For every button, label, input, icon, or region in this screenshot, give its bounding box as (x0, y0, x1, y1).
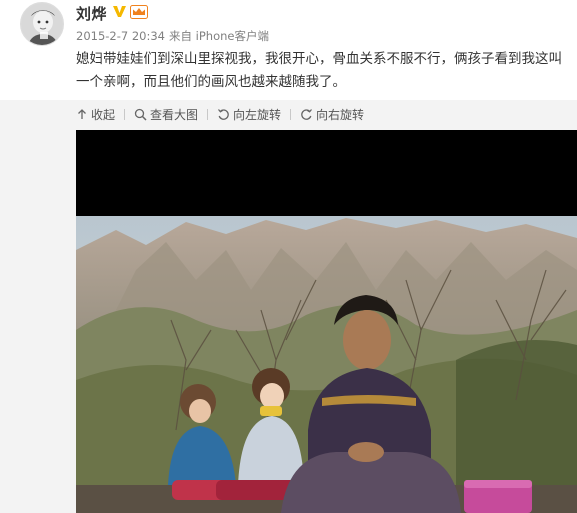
rotate-right-icon (301, 108, 313, 120)
avatar-image (21, 3, 63, 45)
avatar[interactable] (20, 2, 64, 46)
toolbar-divider (124, 108, 126, 120)
post-source[interactable]: 来自 iPhone客户端 (169, 29, 269, 43)
image-toolbar: 收起 查看大图 向左旋转 向右旋转 (76, 104, 364, 124)
arrow-up-icon (78, 109, 86, 119)
magnifier-icon (134, 108, 147, 121)
post-text: 媳妇带娃娃们到深山里探视我，我很开心，骨血关系不服不行，俩孩子看到我这叫一个亲啊… (76, 51, 562, 90)
post-header: 刘烨 2015-2-7 20:34 来自 iPhone客户端 媳妇带娃娃们到深山里… (0, 0, 577, 100)
rotate-right-label: 向右旋转 (316, 107, 365, 122)
post-meta: 2015-2-7 20:34 来自 iPhone客户端 (76, 28, 269, 44)
view-large-label: 查看大图 (150, 107, 199, 122)
collapse-label: 收起 (91, 107, 116, 122)
view-large-button[interactable]: 查看大图 (134, 106, 198, 123)
mountain-family-photo (76, 130, 577, 513)
verified-v-icon[interactable] (112, 4, 127, 19)
rotate-right-button[interactable]: 向右旋转 (300, 106, 364, 123)
rotate-left-icon (218, 108, 229, 120)
rotate-left-label: 向左旋转 (233, 107, 282, 122)
vip-crown-icon[interactable] (130, 5, 148, 19)
rotate-left-button[interactable]: 向左旋转 (217, 106, 281, 123)
post-timestamp[interactable]: 2015-2-7 20:34 (76, 29, 165, 43)
post-photo[interactable] (76, 130, 577, 513)
collapse-button[interactable]: 收起 (76, 106, 115, 123)
toolbar-divider (290, 108, 292, 120)
username[interactable]: 刘烨 (76, 3, 107, 24)
toolbar-divider (207, 108, 209, 120)
